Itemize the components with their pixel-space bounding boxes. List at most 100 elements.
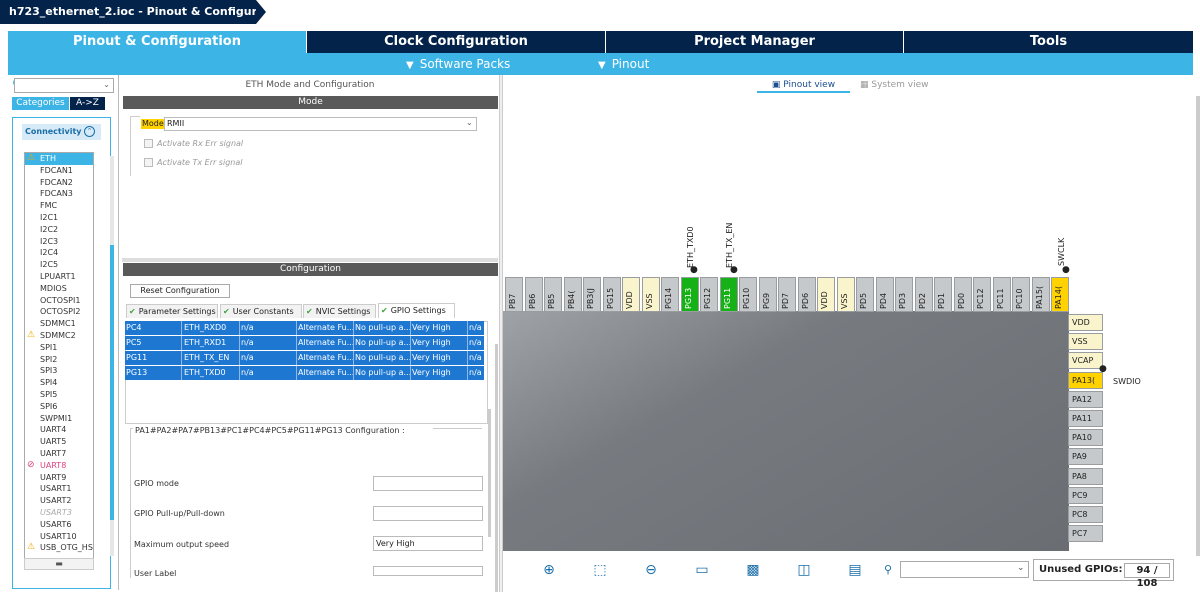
pin-pg14[interactable]: PG14	[661, 277, 679, 312]
tab-nvic-settings[interactable]: ✔ NVIC Settings	[303, 304, 376, 318]
peripheral-item[interactable]: ⚠ SDMMC2	[25, 330, 93, 342]
peripheral-item[interactable]: FMC	[25, 200, 93, 212]
pin-vss[interactable]: VSS	[641, 277, 660, 312]
pushpin-icon[interactable]: ●	[690, 266, 699, 275]
tab-user-constants[interactable]: ✔ User Constants	[220, 304, 302, 318]
pin-vdd[interactable]: VDD	[622, 277, 640, 312]
az-tab[interactable]: A->Z	[70, 97, 105, 110]
peripheral-item[interactable]: SPI1	[25, 342, 93, 354]
user-label-field[interactable]	[373, 566, 483, 576]
pin-pa15[interactable]: PA15(	[1031, 277, 1050, 312]
peripheral-item[interactable]: SPI2	[25, 354, 93, 366]
peripheral-item[interactable]: SPI3	[25, 365, 93, 377]
list-scroll-down[interactable]: ▬	[24, 558, 94, 570]
pin-pb3j[interactable]: PB3(J	[583, 277, 601, 312]
pin-pa10[interactable]: PA10	[1068, 429, 1103, 447]
panel-splitter[interactable]	[122, 258, 498, 262]
pin-pc7[interactable]: PC7	[1068, 525, 1103, 543]
peripheral-item[interactable]: OCTOSPI2	[25, 306, 93, 318]
peripheral-item[interactable]: FDCAN1	[25, 165, 93, 177]
peripheral-item[interactable]: UART4	[25, 424, 93, 436]
pinout-menu[interactable]: ▼ Pinout	[598, 53, 649, 75]
pin-pa12[interactable]: PA12	[1068, 390, 1103, 408]
tab-project-manager[interactable]: Project Manager	[606, 31, 904, 53]
gpio-table-row[interactable]: PC4 ETH_RXD0 n/a Alternate Fu... No pull-up …	[125, 321, 484, 335]
peripheral-item[interactable]: ⊘ UART8	[25, 460, 93, 472]
pin-pg13[interactable]: PG13	[680, 277, 699, 312]
pin-pg15[interactable]: PG15	[602, 277, 621, 312]
gpio-table-row[interactable]: PC5 ETH_RXD1 n/a Alternate Fu... No pull-up …	[125, 336, 484, 350]
peripheral-item[interactable]: USART1	[25, 483, 93, 495]
zoom-out-icon[interactable]: ⊖	[642, 561, 660, 579]
tab-pinout-configuration[interactable]: Pinout & Configuration	[8, 31, 307, 53]
peripheral-item[interactable]: SPI6	[25, 401, 93, 413]
peripheral-item[interactable]: SPI4	[25, 377, 93, 389]
peripheral-item[interactable]: UART9	[25, 472, 93, 484]
pin-pa9[interactable]: PA9	[1068, 448, 1103, 466]
pull-field[interactable]	[373, 506, 483, 521]
gpio-mode-field[interactable]	[373, 476, 483, 491]
pin-pb6[interactable]: PB6	[524, 277, 543, 312]
pin-pd6[interactable]: PD6	[797, 277, 816, 312]
peripheral-item[interactable]: I2C4	[25, 247, 93, 259]
pinout-view-tab[interactable]: ▣ Pinout view	[757, 79, 850, 93]
peripheral-item[interactable]: USART2	[25, 495, 93, 507]
peripheral-item[interactable]: I2C5	[25, 259, 93, 271]
gpio-table-row[interactable]: PG11 ETH_TX_EN n/a Alternate Fu... No pull-u…	[125, 351, 484, 365]
peripheral-item[interactable]: UART7	[25, 448, 93, 460]
pin-pb7[interactable]: PB7	[505, 277, 523, 312]
pin-pd5[interactable]: PD5	[856, 277, 874, 312]
peripheral-item[interactable]: I2C2	[25, 224, 93, 236]
pin-pb5[interactable]: PB5	[544, 277, 562, 312]
pin-pg9[interactable]: PG9	[758, 277, 777, 312]
peripheral-item[interactable]: ⚠ USB_OTG_HS	[25, 542, 93, 554]
pin-pc11[interactable]: PC11	[992, 277, 1011, 312]
pin-pg10[interactable]: PG10	[739, 277, 757, 312]
peripheral-item[interactable]: USART3	[25, 507, 93, 519]
peripheral-item[interactable]: LPUART1	[25, 271, 93, 283]
pin-pg12[interactable]: PG12	[700, 277, 718, 312]
tab-parameter-settings[interactable]: ✔ Parameter Settings	[126, 304, 218, 318]
peripheral-item[interactable]: OCTOSPI1	[25, 295, 93, 307]
search-icon[interactable]: ⚲	[884, 563, 892, 576]
reset-configuration-button[interactable]: Reset Configuration	[130, 284, 230, 298]
export-icon[interactable]: ▭	[693, 561, 711, 579]
tx-err-checkbox[interactable]	[144, 158, 153, 167]
pin-pc8[interactable]: PC8	[1068, 506, 1103, 523]
tab-clock-configuration[interactable]: Clock Configuration	[307, 31, 606, 53]
pin-pc10[interactable]: PC10	[1012, 277, 1030, 312]
peripheral-item[interactable]: I2C1	[25, 212, 93, 224]
peripheral-item[interactable]: MDIOS	[25, 283, 93, 295]
pin-pb4[interactable]: PB4(	[563, 277, 582, 312]
speed-field[interactable]: Very High	[373, 536, 483, 551]
pin-pa8[interactable]: PA8	[1068, 467, 1103, 485]
pin-pa14[interactable]: PA14(	[1051, 277, 1069, 312]
pin-pa11[interactable]: PA11	[1068, 410, 1103, 427]
pin-pd4[interactable]: PD4	[875, 277, 894, 312]
mode-select[interactable]: RMII	[164, 117, 477, 131]
peripheral-item[interactable]: USART10	[25, 531, 93, 543]
peripheral-item[interactable]: SPI5	[25, 389, 93, 401]
pin-vdd[interactable]: VDD	[817, 277, 835, 312]
pin-pd2[interactable]: PD2	[914, 277, 933, 312]
system-view-tab[interactable]: ▦ System view	[860, 79, 940, 93]
right-scrollbar[interactable]	[1196, 96, 1200, 556]
pin-pd7[interactable]: PD7	[778, 277, 796, 312]
pin-vss[interactable]: VSS	[1068, 333, 1103, 351]
zoom-in-icon[interactable]: ⊕	[540, 561, 558, 579]
categories-tab[interactable]: Categories	[12, 97, 69, 110]
gpio-table-row[interactable]: PG13 ETH_TXD0 n/a Alternate Fu... No pull-up…	[125, 366, 484, 380]
pushpin-icon[interactable]: ●	[1062, 266, 1071, 275]
pin-pd0[interactable]: PD0	[953, 277, 972, 312]
rx-err-checkbox[interactable]	[144, 139, 153, 148]
mid-scrollbar[interactable]	[495, 344, 498, 592]
pin-vss[interactable]: VSS	[836, 277, 855, 312]
category-search-input[interactable]: ⌄	[14, 78, 114, 93]
pushpin-icon[interactable]: ●	[730, 266, 739, 275]
list-view-icon[interactable]: ▤	[846, 561, 864, 579]
tab-tools[interactable]: Tools	[904, 31, 1193, 53]
fit-screen-icon[interactable]: ⬚	[591, 561, 609, 579]
pin-vdd[interactable]: VDD	[1068, 314, 1103, 331]
peripheral-item[interactable]: SDMMC1	[25, 318, 93, 330]
pin-search-select[interactable]	[900, 561, 1029, 578]
